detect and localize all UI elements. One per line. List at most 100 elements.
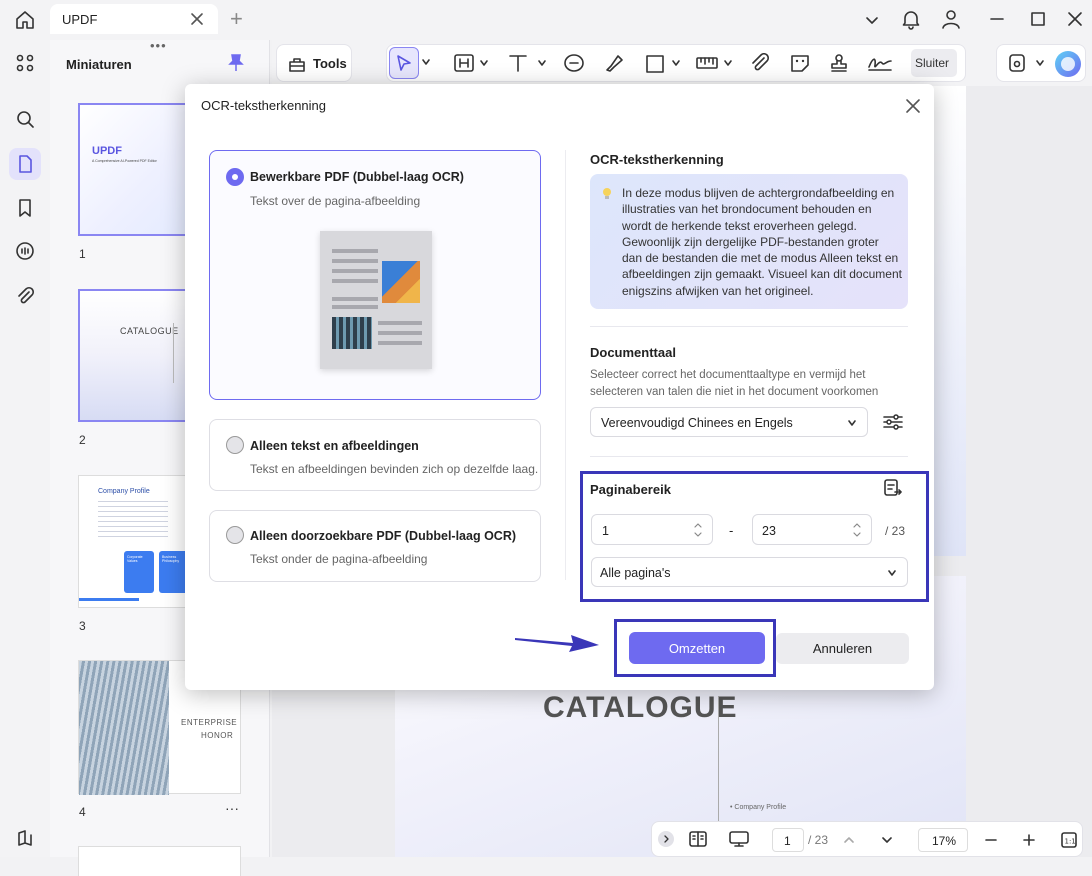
bookmark-icon[interactable] [9,192,41,224]
info-heading: OCR-tekstherkenning [590,152,724,167]
pin-icon[interactable] [228,54,244,72]
cursor-icon [397,55,411,71]
chip-label: Corporate Values [127,555,143,563]
page-number: 3 [79,619,86,633]
chip-label: Business Philosophy [162,555,180,563]
chevron-down-icon[interactable] [723,58,733,68]
attachment-icon[interactable] [9,280,41,312]
radio-searchable-pdf[interactable] [226,526,244,544]
language-select[interactable]: Vereenvoudigd Chinees en Engels [590,407,868,437]
user-icon[interactable] [940,8,962,30]
document-tab[interactable]: UPDF [50,4,218,34]
zoom-out-icon[interactable] [984,833,998,847]
thumbnail-page-5[interactable] [78,846,241,876]
paperclip-icon[interactable] [749,53,771,73]
zoom-input[interactable]: 17% [918,828,968,852]
sticker-icon[interactable] [789,53,811,73]
stepper-icon[interactable] [692,519,704,541]
close-dialog-icon[interactable] [905,98,921,114]
presentation-icon[interactable] [728,830,750,848]
chevron-up-icon[interactable] [842,833,856,847]
main-toolbar: Tools Sluiter [272,40,1092,86]
search-icon[interactable] [9,103,41,135]
option-editable-pdf[interactable]: Bewerkbare PDF (Dubbel-laag OCR) Tekst o… [209,150,541,400]
range-to-input[interactable]: 23 [752,514,872,545]
home-icon[interactable] [14,9,36,31]
range-from-value: 1 [602,524,609,538]
page-navigation-bar: 1 / 23 17% 1:1 [651,821,1083,857]
more-options-icon[interactable]: ··· [225,800,239,816]
chevron-down-icon[interactable] [1035,58,1045,68]
rectangle-icon[interactable] [645,54,665,74]
tools-label: Tools [313,56,347,71]
left-sidebar [0,40,50,857]
radio-text-images[interactable] [226,436,244,454]
dialog-title: OCR-tekstherkenning [201,98,326,113]
page-number-input[interactable]: 1 [772,828,804,852]
toc-item: • Company Profile [730,804,787,811]
heading-tool-icon[interactable] [453,53,475,73]
drag-handle[interactable]: ••• [150,38,167,53]
reading-mode-icon[interactable] [688,830,708,848]
chevron-down-icon [847,418,857,428]
ai-assistant-icon[interactable] [1055,51,1081,77]
stamp-icon[interactable] [828,53,850,73]
toolbox-icon [287,54,307,74]
comment-search-icon[interactable] [9,235,41,267]
new-tab-button[interactable]: + [230,6,243,32]
bell-icon[interactable] [900,8,922,30]
zoom-value: 17% [932,834,957,848]
save-icon[interactable] [1007,53,1027,73]
layers-icon[interactable] [9,822,41,854]
option-searchable-pdf[interactable]: Alleen doorzoekbare PDF (Dubbel-laag OCR… [209,510,541,582]
chevron-down-icon[interactable] [671,58,681,68]
chevron-down-icon[interactable] [864,12,880,28]
radio-editable-pdf[interactable] [226,168,244,186]
apps-icon[interactable] [9,47,41,79]
option-text-images[interactable]: Alleen tekst en afbeeldingen Tekst en af… [209,419,541,491]
panel-title: Miniaturen [66,57,132,72]
thumb-title: Company Profile [98,488,150,495]
title-bar: UPDF + [0,0,1092,40]
thumb-title: CATALOGUE [120,326,179,336]
zoom-in-icon[interactable] [1022,833,1036,847]
convert-button[interactable]: Omzetten [629,632,765,664]
page-number: 2 [79,433,86,447]
tools-button[interactable]: Tools [276,44,352,82]
ocr-dialog: OCR-tekstherkenning Bewerkbare PDF (Dubb… [185,84,934,690]
select-tool[interactable] [389,47,419,79]
comment-icon[interactable] [563,53,585,73]
range-swap-icon[interactable] [883,478,903,498]
ruler-icon[interactable] [695,53,719,73]
range-to-value: 23 [762,524,776,538]
chevron-down-icon[interactable] [880,833,894,847]
range-select[interactable]: Alle pagina's [591,557,908,587]
panel-divider [565,150,566,580]
chevron-down-icon[interactable] [421,57,431,67]
signature-icon[interactable] [867,53,893,73]
illustration-photo [332,317,372,349]
convert-label: Omzetten [668,640,726,656]
page-title: CATALOGUE [543,691,738,724]
fit-page-icon[interactable]: 1:1 [1060,831,1078,849]
chevron-down-icon[interactable] [479,58,489,68]
highlighter-icon[interactable] [603,53,625,73]
chevron-down-icon[interactable] [537,58,547,68]
stepper-icon[interactable] [851,519,863,541]
text-tool-icon[interactable] [507,53,529,73]
close-tab-icon[interactable] [190,12,204,26]
close-window-icon[interactable] [1066,10,1084,28]
range-from-input[interactable]: 1 [591,514,713,545]
thumb-text-lines [98,501,168,539]
thumb-divider [173,323,174,383]
lightbulb-icon [602,187,612,201]
cancel-button[interactable]: Annuleren [776,633,909,664]
collapse-icon[interactable] [658,831,674,847]
thumbnails-icon[interactable] [9,148,41,180]
minimize-icon[interactable] [988,10,1006,28]
range-separator: - [729,523,734,538]
close-tools-button[interactable]: Sluiter [911,49,957,77]
svg-text:1:1: 1:1 [1065,838,1076,846]
language-settings-icon[interactable] [882,411,904,433]
maximize-icon[interactable] [1029,10,1047,28]
